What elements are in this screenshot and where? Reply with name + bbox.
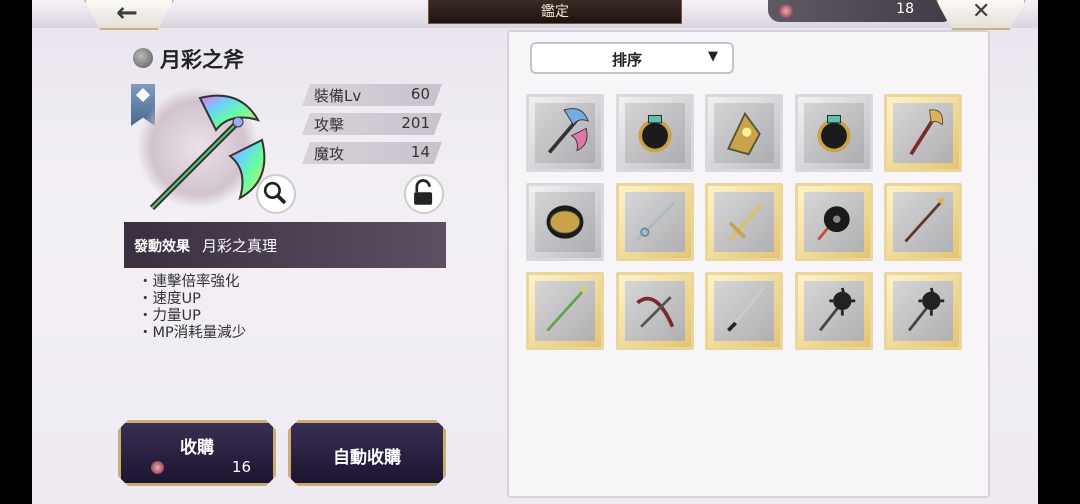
item-name: 月彩之斧 xyxy=(160,47,244,72)
effect-item: 連擊倍率強化 xyxy=(138,274,246,291)
spiked-flail-icon xyxy=(816,206,850,241)
left-letterbox xyxy=(0,0,32,504)
unlock-icon xyxy=(414,179,433,205)
stat-label: 攻擊 xyxy=(314,116,345,134)
inventory-slot[interactable] xyxy=(615,183,694,261)
lock-button[interactable] xyxy=(404,174,444,214)
stat-row-attack: 攻擊 201 xyxy=(302,113,442,135)
morning-star-icon xyxy=(908,287,945,332)
gold-gauntlet-icon xyxy=(727,111,761,156)
effect-label: 發動效果 xyxy=(134,239,190,255)
auto-buy-label: 自動收購 xyxy=(333,448,401,468)
inventory-slot[interactable] xyxy=(794,272,873,350)
crossbow-icon xyxy=(635,296,674,328)
chevron-down-icon: ▼ xyxy=(708,49,718,64)
effect-item: 速度UP xyxy=(138,291,246,308)
morning-star-icon xyxy=(818,287,855,332)
inventory-slot[interactable] xyxy=(794,94,873,172)
spear-icon xyxy=(904,197,945,243)
buy-cost: 16 xyxy=(231,458,251,476)
stat-label: 魔攻 xyxy=(314,145,345,163)
inventory-slot[interactable] xyxy=(884,272,962,350)
katana-icon xyxy=(727,287,765,332)
buy-label: 收購 xyxy=(180,438,214,458)
stat-label: 裝備Lv xyxy=(314,87,362,105)
right-letterbox xyxy=(1038,0,1080,504)
inventory-slot[interactable] xyxy=(705,272,783,350)
zoom-button[interactable] xyxy=(256,174,296,214)
sort-label: 排序 xyxy=(612,51,643,69)
inventory-slot[interactable] xyxy=(884,94,962,172)
black-ring-icon xyxy=(816,115,851,153)
item-type-icon xyxy=(133,48,153,68)
page-title: 鑑定 xyxy=(428,0,682,24)
stat-value: 14 xyxy=(410,143,430,161)
black-ring-icon xyxy=(637,115,672,153)
effect-bar: 發動效果 月彩之真理 xyxy=(124,222,446,268)
auto-buy-button[interactable]: 自動收購 xyxy=(288,420,446,486)
inventory-slot[interactable] xyxy=(526,94,604,172)
inventory-slot[interactable] xyxy=(615,94,694,172)
coin-icon xyxy=(151,461,164,474)
red-axe-icon xyxy=(909,109,944,156)
effect-item: MP消耗量減少 xyxy=(138,325,247,342)
green-spear-icon xyxy=(546,286,587,332)
close-icon: ✕ xyxy=(972,0,991,24)
sort-dropdown[interactable]: 排序 ▼ xyxy=(530,42,734,74)
buy-button[interactable]: 收購 16 xyxy=(118,420,276,486)
inventory-slot[interactable] xyxy=(526,272,604,350)
effect-name: 月彩之真理 xyxy=(202,237,278,255)
rainbow-axe-icon xyxy=(547,108,589,154)
currency-display: 18 xyxy=(768,0,954,22)
inventory-slot[interactable] xyxy=(794,183,873,261)
gold-sword-icon xyxy=(728,203,763,241)
rapier-icon xyxy=(636,201,675,241)
stat-row-level: 裝備Lv 60 xyxy=(302,84,442,106)
coin-icon xyxy=(779,4,793,18)
stat-value: 201 xyxy=(401,114,430,132)
gold-bracelet-icon xyxy=(546,205,584,239)
currency-value: 18 xyxy=(896,1,914,17)
inventory-slot[interactable] xyxy=(884,183,962,261)
back-arrow-icon: ← xyxy=(116,0,138,28)
inventory-slot[interactable] xyxy=(526,183,604,261)
magnifier-icon xyxy=(263,181,287,205)
effect-list: 連擊倍率強化 速度UP 力量UP MP消耗量減少 xyxy=(138,274,247,342)
inventory-slot[interactable] xyxy=(615,272,694,350)
inventory-slot[interactable] xyxy=(705,183,783,261)
inventory-slot[interactable] xyxy=(705,94,783,172)
item-large-image xyxy=(149,94,266,211)
stat-value: 60 xyxy=(410,85,430,103)
effect-item: 力量UP xyxy=(138,308,246,325)
stat-row-magic-attack: 魔攻 14 xyxy=(302,142,442,164)
